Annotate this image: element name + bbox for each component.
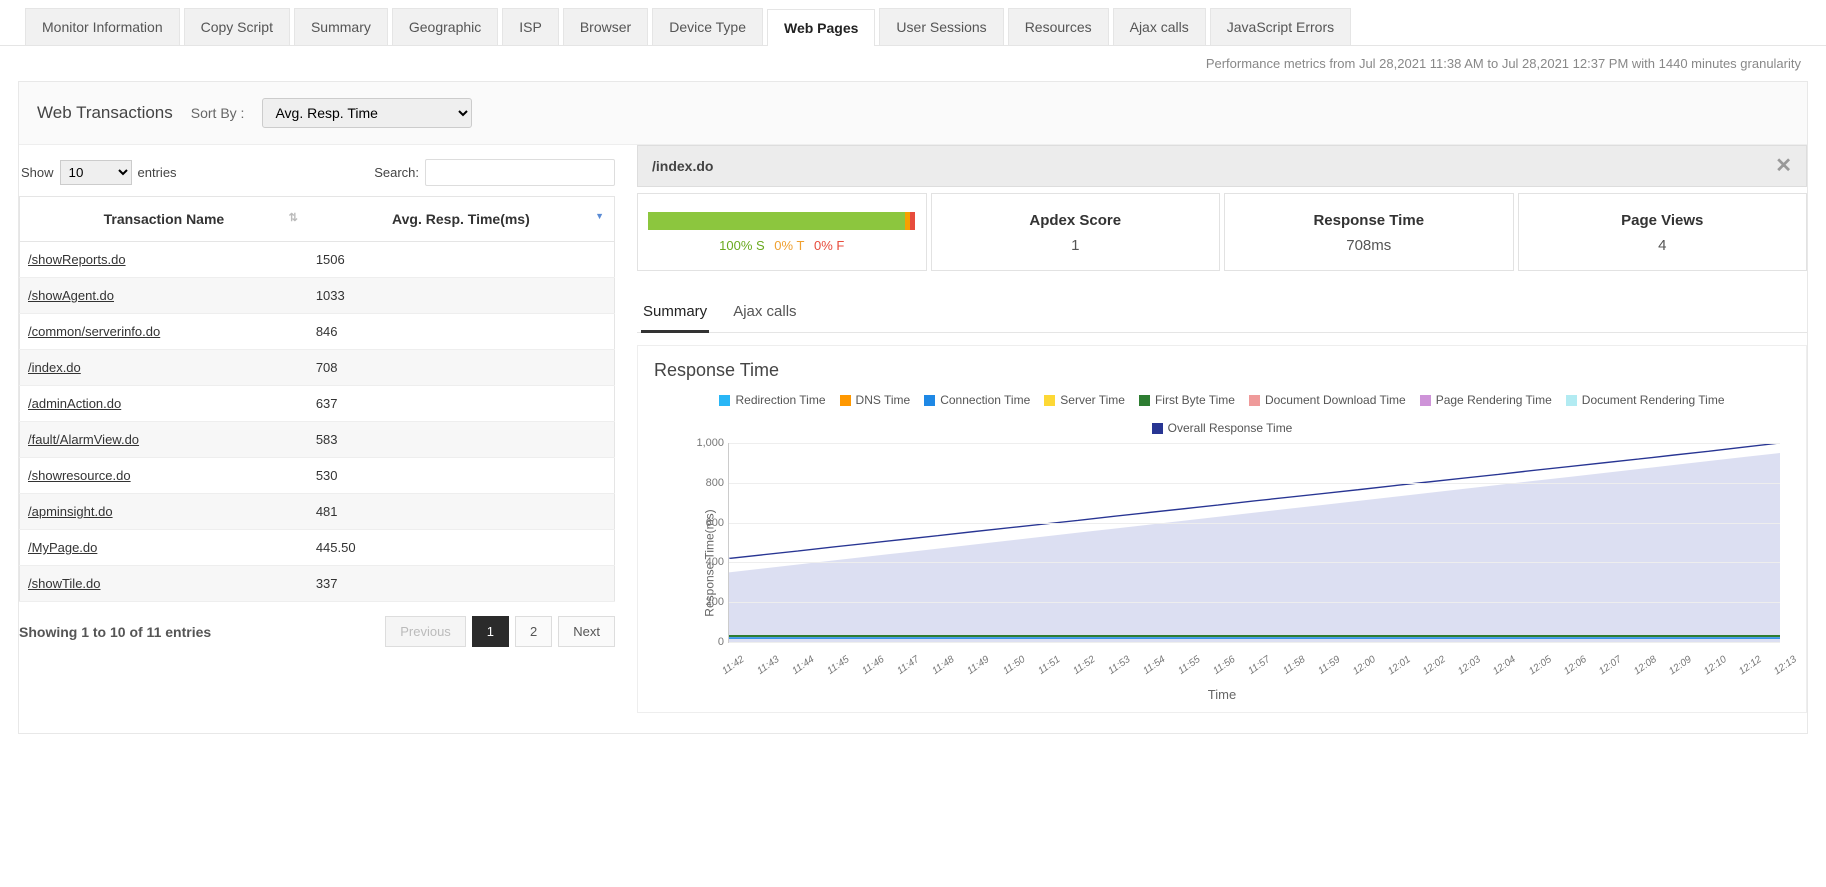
transactions-table: Transaction Name Avg. Resp. Time(ms) /sh… <box>19 196 615 602</box>
x-axis-label: Time <box>654 687 1790 702</box>
table-row[interactable]: /common/serverinfo.do 846 <box>20 314 615 350</box>
col-transaction-name[interactable]: Transaction Name <box>20 197 308 242</box>
pagination: Previous12Next <box>385 616 615 647</box>
tab-user-sessions[interactable]: User Sessions <box>879 8 1003 45</box>
transaction-link[interactable]: /common/serverinfo.do <box>28 324 160 339</box>
table-info: Showing 1 to 10 of 11 entries <box>19 624 211 640</box>
health-bar <box>648 212 916 230</box>
resp-time-cell: 583 <box>308 422 615 458</box>
chart-title: Response Time <box>654 360 1790 381</box>
table-row[interactable]: /adminAction.do 637 <box>20 386 615 422</box>
tab-web-pages[interactable]: Web Pages <box>767 9 875 46</box>
tab-copy-script[interactable]: Copy Script <box>184 8 290 45</box>
subtab-summary[interactable]: Summary <box>641 293 709 333</box>
kpi-page-views: Page Views 4 <box>1518 193 1808 271</box>
prev-button[interactable]: Previous <box>385 616 466 647</box>
show-label: Show <box>21 165 54 180</box>
detail-subtabs: Summary Ajax calls <box>637 293 1807 333</box>
resp-time-cell: 481 <box>308 494 615 530</box>
table-row[interactable]: /index.do 708 <box>20 350 615 386</box>
transaction-link[interactable]: /showReports.do <box>28 252 126 267</box>
chart-legend: Redirection Time DNS Time Connection Time S… <box>654 393 1790 435</box>
table-row[interactable]: /showAgent.do 1033 <box>20 278 615 314</box>
kpi-response-time: Response Time 708ms <box>1224 193 1514 271</box>
tab-device-type[interactable]: Device Type <box>652 8 763 45</box>
page-1[interactable]: 1 <box>472 616 509 647</box>
resp-time-cell: 1506 <box>308 242 615 278</box>
transaction-link[interactable]: /apminsight.do <box>28 504 113 519</box>
legend-item[interactable]: Connection Time <box>924 393 1030 407</box>
legend-item[interactable]: DNS Time <box>840 393 911 407</box>
tab-javascript-errors[interactable]: JavaScript Errors <box>1210 8 1351 45</box>
table-row[interactable]: /showresource.do 530 <box>20 458 615 494</box>
table-row[interactable]: /MyPage.do 445.50 <box>20 530 615 566</box>
legend-item[interactable]: Overall Response Time <box>1152 421 1293 435</box>
kpi-health: 100% S 0% T 0% F <box>637 193 927 271</box>
transaction-link[interactable]: /showTile.do <box>28 576 101 591</box>
web-transactions-panel: Web Transactions Sort By : Avg. Resp. Ti… <box>18 81 1808 734</box>
time-range-text: Performance metrics from Jul 28,2021 11:… <box>0 46 1826 81</box>
col-avg-resp-time[interactable]: Avg. Resp. Time(ms) <box>308 197 615 242</box>
legend-item[interactable]: Document Download Time <box>1249 393 1406 407</box>
resp-time-cell: 637 <box>308 386 615 422</box>
table-row[interactable]: /fault/AlarmView.do 583 <box>20 422 615 458</box>
response-time-chart-panel: Response Time Redirection Time DNS Time Co… <box>637 345 1807 713</box>
tab-summary[interactable]: Summary <box>294 8 388 45</box>
transaction-link[interactable]: /adminAction.do <box>28 396 121 411</box>
legend-item[interactable]: Server Time <box>1044 393 1125 407</box>
resp-time-cell: 846 <box>308 314 615 350</box>
panel-title: Web Transactions <box>37 103 173 123</box>
tab-ajax-calls[interactable]: Ajax calls <box>1113 8 1206 45</box>
table-row[interactable]: /apminsight.do 481 <box>20 494 615 530</box>
transaction-link[interactable]: /showAgent.do <box>28 288 114 303</box>
resp-time-cell: 530 <box>308 458 615 494</box>
table-row[interactable]: /showReports.do 1506 <box>20 242 615 278</box>
legend-item[interactable]: Redirection Time <box>719 393 825 407</box>
resp-time-cell: 708 <box>308 350 615 386</box>
entries-label: entries <box>138 165 177 180</box>
tab-resources[interactable]: Resources <box>1008 8 1109 45</box>
resp-time-cell: 445.50 <box>308 530 615 566</box>
legend-item[interactable]: First Byte Time <box>1139 393 1235 407</box>
transaction-link[interactable]: /fault/AlarmView.do <box>28 432 139 447</box>
sortby-label: Sort By : <box>191 105 245 121</box>
tab-isp[interactable]: ISP <box>502 8 559 45</box>
top-tab-strip: Monitor InformationCopy ScriptSummaryGeo… <box>0 0 1826 46</box>
next-button[interactable]: Next <box>558 616 615 647</box>
table-row[interactable]: /showTile.do 337 <box>20 566 615 602</box>
close-icon[interactable]: ✕ <box>1775 156 1792 176</box>
tab-geographic[interactable]: Geographic <box>392 8 498 45</box>
entries-select[interactable]: 10 <box>60 160 132 185</box>
kpi-apdex: Apdex Score 1 <box>931 193 1221 271</box>
resp-time-cell: 337 <box>308 566 615 602</box>
chart-area: Response Time(ms) 02004006008001,000 11:… <box>700 443 1780 683</box>
tab-monitor-information[interactable]: Monitor Information <box>25 8 180 45</box>
subtab-ajax-calls[interactable]: Ajax calls <box>731 293 798 332</box>
detail-title: /index.do <box>652 158 713 174</box>
search-label: Search: <box>374 165 419 180</box>
detail-header: /index.do ✕ <box>637 145 1807 187</box>
transaction-link[interactable]: /showresource.do <box>28 468 131 483</box>
tab-browser[interactable]: Browser <box>563 8 648 45</box>
health-satisfied: 100% S <box>719 238 765 253</box>
transaction-link[interactable]: /index.do <box>28 360 81 375</box>
transaction-link[interactable]: /MyPage.do <box>28 540 97 555</box>
search-input[interactable] <box>425 159 615 186</box>
health-frustrated: 0% F <box>814 238 844 253</box>
sortby-select[interactable]: Avg. Resp. Time <box>262 98 472 128</box>
legend-item[interactable]: Page Rendering Time <box>1420 393 1552 407</box>
page-2[interactable]: 2 <box>515 616 552 647</box>
resp-time-cell: 1033 <box>308 278 615 314</box>
legend-item[interactable]: Document Rendering Time <box>1566 393 1725 407</box>
health-tolerating: 0% T <box>774 238 804 253</box>
